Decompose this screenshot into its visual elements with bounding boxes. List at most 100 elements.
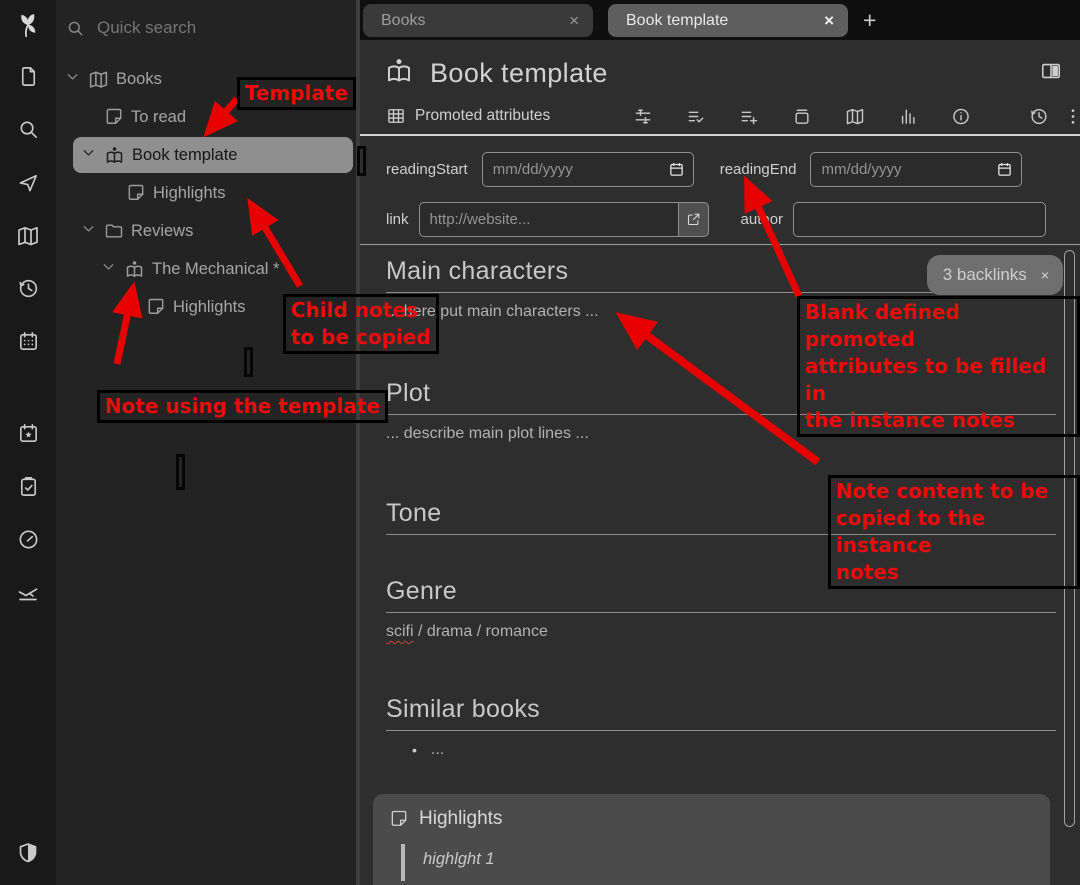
section-tone: Tone (386, 499, 1056, 535)
backlinks-badge[interactable]: 3 backlinks × (927, 255, 1063, 295)
close-tab-icon[interactable]: × (824, 11, 834, 31)
basic-properties-icon[interactable] (633, 106, 653, 126)
tree-item-to-read[interactable]: To read (56, 98, 356, 136)
book-template-icon (384, 56, 414, 91)
note-icon (104, 107, 124, 127)
scrollbar-thumb[interactable] (1064, 250, 1075, 827)
note-icon (389, 809, 409, 829)
note-tree: Books To read Book template Highlights (56, 60, 356, 326)
section-similar-books: Similar books • ... (386, 695, 1056, 759)
new-tab-button[interactable]: + (863, 9, 876, 32)
section-body: ... describe main plot lines ... (386, 425, 1056, 443)
book-template-icon (124, 259, 145, 280)
tree-item-label: To read (131, 108, 186, 127)
close-tab-icon[interactable]: × (569, 11, 579, 31)
tree-item-books[interactable]: Books (56, 60, 356, 98)
open-link-button[interactable] (679, 202, 709, 237)
tree-item-reviews[interactable]: Reviews (56, 212, 356, 250)
tree-item-book-template[interactable]: Book template (73, 137, 353, 173)
book-template-icon (104, 145, 125, 166)
tree-item-label: The Mechanical * (152, 260, 279, 279)
reading-start-label: readingStart (386, 161, 468, 178)
recent-changes-icon[interactable] (0, 262, 56, 315)
reading-end-label: readingEnd (720, 161, 797, 178)
tab-books[interactable]: Books × (363, 4, 593, 37)
quote-block: highlght 1 (401, 844, 1050, 881)
close-icon[interactable]: × (1041, 267, 1049, 283)
section-body: scifi / drama / romance (386, 623, 1056, 641)
section-title: Genre (386, 577, 1056, 613)
section-title: Similar books (386, 695, 1056, 731)
tree-item-label: Reviews (131, 222, 193, 241)
tree-item-highlights-1[interactable]: Highlights (56, 174, 356, 212)
new-note-icon[interactable] (0, 50, 56, 103)
note-title[interactable]: Book template (430, 58, 608, 89)
chevron-down-icon[interactable] (80, 144, 97, 166)
tab-book-template[interactable]: Book template × (608, 4, 848, 37)
backlinks-count: 3 backlinks (943, 265, 1027, 285)
link-input[interactable] (419, 202, 679, 237)
author-input[interactable] (793, 202, 1046, 237)
section-genre: Genre scifi / drama / romance (386, 577, 1056, 641)
chevron-down-icon[interactable] (80, 220, 97, 242)
add-attribute-icon[interactable] (739, 106, 759, 126)
owned-attributes-icon[interactable] (686, 106, 706, 126)
reading-end-input[interactable] (810, 152, 1022, 187)
section-title: Tone (386, 499, 1056, 535)
tree-item-highlights-2[interactable]: Highlights (56, 288, 356, 326)
quick-search-icon (66, 19, 85, 38)
external-link-icon (686, 212, 701, 227)
tree-item-the-mechanical[interactable]: The Mechanical * (56, 250, 356, 288)
tree-item-label: Book template (132, 146, 237, 165)
note-paths-icon[interactable] (898, 106, 918, 126)
list-item: • ... (386, 741, 1056, 759)
special-date-icon[interactable] (0, 407, 56, 460)
note-info-icon[interactable] (951, 106, 971, 126)
dashboard-icon[interactable] (0, 513, 56, 566)
revisions-icon[interactable] (1029, 106, 1049, 126)
tab-label: Book template (626, 12, 728, 30)
book-icon (88, 69, 109, 90)
chevron-down-icon[interactable] (64, 68, 81, 90)
quick-search[interactable]: Quick search (56, 6, 356, 50)
quick-search-placeholder: Quick search (97, 18, 196, 38)
note-title-row: Book template (360, 48, 1080, 98)
note-tree-panel: Quick search Books To read Book template (56, 0, 360, 885)
tab-label: Books (381, 12, 425, 30)
similar-notes-icon[interactable] (845, 106, 865, 126)
misspelled-word: scifi (386, 623, 414, 640)
collection-properties-icon[interactable] (792, 106, 812, 126)
note-content-area[interactable]: 3 backlinks × Main characters ... here p… (360, 245, 1080, 885)
folder-icon (104, 221, 124, 241)
ribbon-tab-promoted-attributes[interactable]: Promoted attributes (386, 106, 550, 126)
search-icon[interactable] (0, 103, 56, 156)
promoted-attributes-area: readingStart readingEnd link (360, 136, 1080, 245)
section-title: Plot (386, 379, 1056, 415)
section-plot: Plot ... describe main plot lines ... (386, 379, 1056, 443)
tree-item-label: Highlights (173, 298, 245, 317)
grid-icon (386, 106, 406, 126)
included-note-highlights[interactable]: Highlights highlght 1 (373, 794, 1050, 885)
tab-bar: Books × Book template × + (360, 0, 1080, 40)
task-list-icon[interactable] (0, 460, 56, 513)
link-label: link (386, 211, 409, 228)
app-window: Quick search Books To read Book template (0, 0, 1080, 885)
section-body: ... here put main characters ... (386, 303, 1056, 321)
reading-start-input[interactable] (482, 152, 694, 187)
trilium-logo-icon (0, 0, 56, 50)
included-note-title[interactable]: Highlights (419, 808, 502, 830)
chevron-down-icon[interactable] (100, 258, 117, 280)
author-label: author (741, 211, 784, 228)
note-menu-icon[interactable] (1063, 106, 1080, 126)
open-map-icon[interactable] (0, 209, 56, 262)
tree-item-label: Highlights (153, 184, 225, 203)
calendar-icon[interactable] (0, 315, 56, 368)
plane-landing-icon[interactable] (0, 566, 56, 619)
note-icon (126, 183, 146, 203)
protected-session-icon[interactable] (0, 826, 56, 879)
bullet-icon: • (412, 742, 417, 758)
ribbon-bar: Promoted attributes (360, 98, 1080, 136)
ribbon-tab-label: Promoted attributes (415, 107, 550, 125)
create-split-icon[interactable] (1040, 60, 1062, 87)
jump-to-note-icon[interactable] (0, 156, 56, 209)
